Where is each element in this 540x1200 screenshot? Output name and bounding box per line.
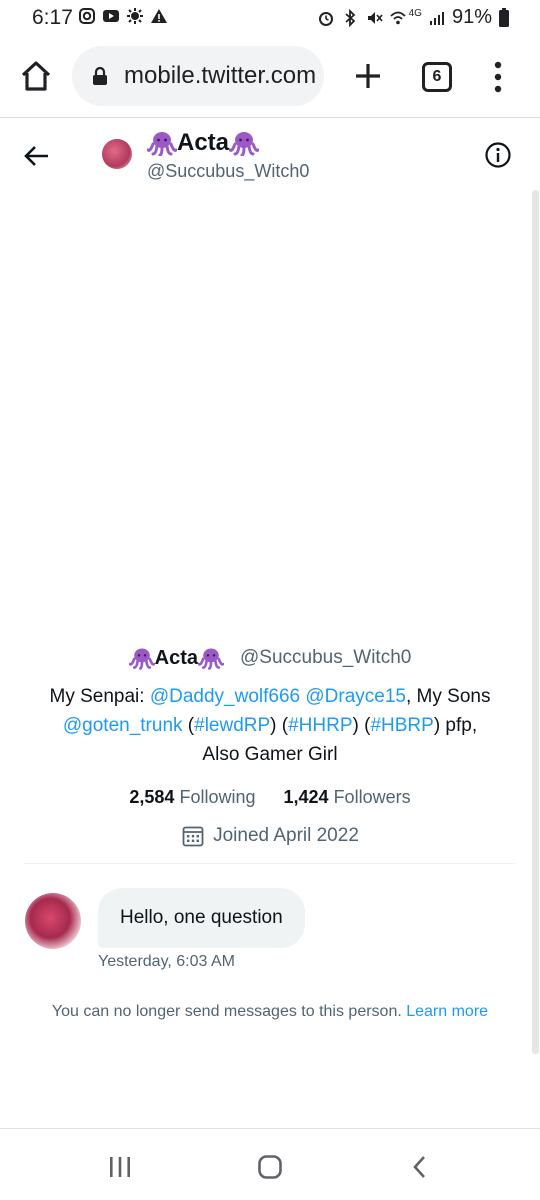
conversation-header: Acta @Succubus_Witch0 bbox=[0, 119, 540, 189]
joined-date: Joined April 2022 bbox=[0, 824, 540, 848]
message-timestamp: Yesterday, 6:03 AM bbox=[98, 953, 235, 970]
bio-hashtag[interactable]: #HHRP bbox=[288, 715, 352, 736]
youtube-icon bbox=[103, 10, 119, 22]
arrow-left-icon[interactable] bbox=[22, 141, 52, 171]
settings-gear-icon bbox=[127, 8, 143, 24]
status-notification-icons bbox=[78, 7, 168, 25]
bio-text: ( bbox=[182, 715, 195, 736]
signal-icon bbox=[429, 11, 444, 25]
avatar[interactable] bbox=[25, 893, 81, 949]
browser-toolbar: mobile.twitter.com 6 bbox=[0, 36, 540, 118]
following-label: Following bbox=[179, 787, 256, 807]
bio-mention[interactable]: @Drayce15 bbox=[305, 686, 406, 707]
status-bar: 6:17 4G 91% bbox=[0, 0, 540, 36]
octopus-emoji bbox=[128, 648, 155, 670]
header-name-text: Acta bbox=[177, 129, 230, 156]
calendar-icon bbox=[182, 826, 204, 847]
bio-text: My Senpai: bbox=[49, 686, 150, 707]
system-navigation-bar bbox=[0, 1128, 540, 1200]
battery-icon bbox=[499, 7, 509, 27]
url-text: mobile.twitter.com bbox=[124, 62, 317, 89]
instagram-icon bbox=[79, 8, 95, 24]
joined-text: Joined April 2022 bbox=[213, 825, 359, 846]
messaging-disabled-notice: You can no longer send messages to this … bbox=[0, 1003, 540, 1021]
back-nav-icon[interactable] bbox=[406, 1153, 434, 1181]
avatar[interactable] bbox=[102, 139, 132, 169]
profile-display-name[interactable]: Acta bbox=[128, 646, 224, 670]
home-nav-icon[interactable] bbox=[256, 1153, 284, 1181]
alarm-icon bbox=[318, 11, 333, 26]
status-system-icons: 4G 91% bbox=[317, 6, 510, 29]
battery-percent: 91% bbox=[451, 6, 492, 28]
divider bbox=[24, 863, 516, 864]
warning-icon bbox=[151, 9, 167, 23]
notice-text: You can no longer send messages to this … bbox=[51, 1003, 407, 1020]
plus-icon[interactable] bbox=[352, 60, 384, 92]
bio-mention[interactable]: @Daddy_wolf666 bbox=[150, 686, 300, 707]
wifi-icon bbox=[389, 11, 406, 24]
bio-text: ) ( bbox=[270, 715, 289, 736]
bluetooth-icon bbox=[345, 8, 355, 27]
octopus-emoji bbox=[147, 132, 177, 156]
bio-mention[interactable]: @goten_trunk bbox=[63, 715, 183, 736]
octopus-emoji bbox=[229, 132, 260, 156]
more-vertical-icon[interactable] bbox=[490, 60, 506, 94]
profile-name-text: Acta bbox=[154, 646, 198, 669]
learn-more-link[interactable]: Learn more bbox=[406, 1003, 488, 1020]
profile-summary: Acta @Succubus_Witch0 My Senpai: @Daddy_… bbox=[0, 640, 540, 848]
info-icon[interactable] bbox=[484, 141, 512, 169]
network-type-label: 4G bbox=[408, 8, 422, 19]
bio-hashtag[interactable]: #lewdRP bbox=[194, 715, 270, 736]
profile-name-row: Acta @Succubus_Witch0 bbox=[0, 640, 540, 676]
bio-text: , My Sons bbox=[406, 686, 491, 707]
message-bubble[interactable]: Hello, one question bbox=[98, 888, 305, 948]
following-count: 2,584 bbox=[129, 787, 175, 807]
bio-text: ) ( bbox=[352, 715, 371, 736]
header-handle: @Succubus_Witch0 bbox=[147, 161, 310, 181]
header-display-name: Acta bbox=[147, 129, 260, 157]
followers-label: Followers bbox=[333, 787, 411, 807]
mute-icon bbox=[367, 11, 383, 24]
following-stat[interactable]: 2,584 Following bbox=[129, 787, 255, 808]
status-time: 6:17 bbox=[32, 6, 73, 29]
lock-icon bbox=[93, 66, 107, 85]
home-icon[interactable] bbox=[18, 58, 54, 94]
profile-handle: @Succubus_Witch0 bbox=[239, 647, 412, 668]
address-bar[interactable]: mobile.twitter.com bbox=[72, 46, 324, 106]
scrollbar[interactable] bbox=[532, 190, 539, 1054]
profile-bio: My Senpai: @Daddy_wolf666 @Drayce15, My … bbox=[45, 682, 495, 769]
profile-stats: 2,584 Following 1,424 Followers bbox=[0, 787, 540, 808]
followers-stat[interactable]: 1,424 Followers bbox=[284, 787, 411, 808]
recent-apps-icon[interactable] bbox=[106, 1153, 134, 1181]
octopus-emoji bbox=[197, 648, 224, 670]
tab-switcher-button[interactable]: 6 bbox=[422, 62, 452, 92]
bio-hashtag[interactable]: #HBRP bbox=[370, 715, 433, 736]
followers-count: 1,424 bbox=[283, 787, 329, 807]
